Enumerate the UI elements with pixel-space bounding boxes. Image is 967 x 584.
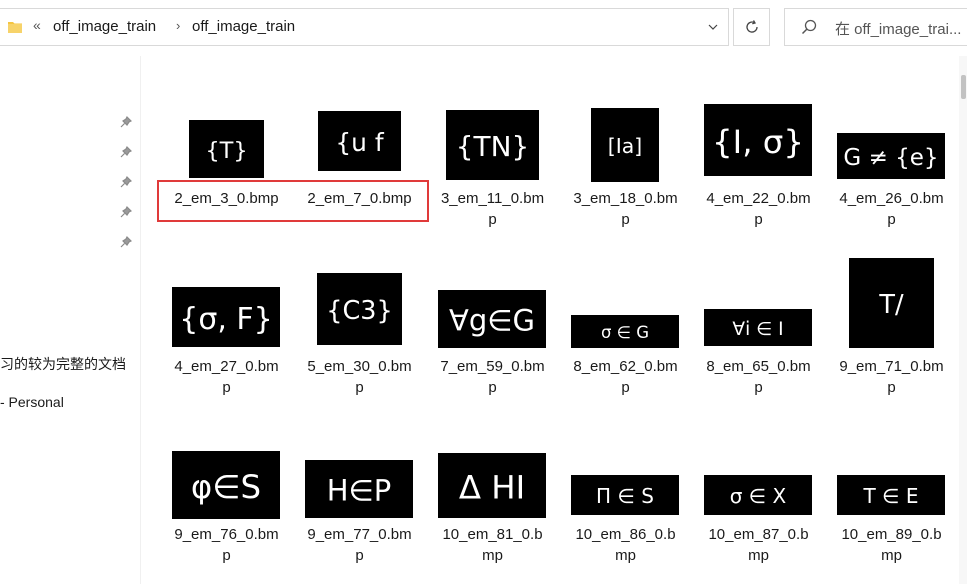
address-bar[interactable]: « off_image_train › off_image_train [0,8,729,46]
file-name: 2_em_7_0.bmp [307,190,412,207]
thumbnail-glyph: φ∈S [191,468,261,506]
file-name: 7_em_59_0.bm [440,358,545,375]
thumbnail-glyph: σ ∈ X [730,484,787,508]
pin-icon[interactable] [120,176,132,188]
file-thumbnail: ∀i ∈ I [704,309,812,346]
thumbnail-glyph: Π ∈ S [596,484,654,508]
file-name-wrap: p [222,379,231,396]
file-thumbnail: H∈P [305,460,413,518]
nav-item-documents[interactable]: 习的较为完整的文档 [0,354,126,374]
file-thumbnail: {u f [317,111,401,171]
refresh-icon [745,20,758,33]
thumbnail-glyph: {σ, F} [179,302,273,337]
overflow-chevron-icon[interactable]: « [33,17,41,33]
file-name: 9_em_77_0.bm [307,526,412,543]
file-name: 10_em_81_0.b [442,526,543,543]
refresh-button[interactable] [733,8,770,46]
file-thumbnail: {I, σ} [704,104,812,176]
folder-icon [8,22,22,33]
file-name-wrap: p [355,379,364,396]
file-name-wrap: p [488,379,497,396]
breadcrumb-item-1[interactable]: off_image_train [53,18,156,35]
thumbnail-glyph: {I, σ} [712,123,804,161]
thumbnail-glyph: T/ [878,290,904,320]
file-name: 4_em_22_0.bm [706,190,811,207]
file-thumbnail: T ∈ E [837,475,945,515]
thumbnail-glyph: Δ HI [459,468,525,506]
file-thumbnail: σ ∈ X [704,475,812,515]
pin-icon[interactable] [120,146,132,158]
thumbnail-glyph: G ≠ {e} [843,145,938,171]
pin-icon[interactable] [120,206,132,218]
thumbnail-glyph: H∈P [327,474,392,508]
address-history-button[interactable] [700,17,726,37]
file-thumbnail: {C3} [316,273,402,345]
file-name-wrap: p [754,379,763,396]
file-name: 10_em_89_0.b [841,526,942,543]
thumbnail-glyph: ∀g∈G [449,304,535,338]
file-name-wrap: p [488,211,497,228]
pin-icon[interactable] [120,236,132,248]
file-name-wrap: p [222,547,231,564]
thumbnail-glyph: σ ∈ G [601,323,649,342]
file-name: 4_em_26_0.bm [839,190,944,207]
file-thumbnail: Δ HI [438,453,546,518]
chevron-down-icon [708,24,718,30]
file-name: 10_em_86_0.b [575,526,676,543]
file-name: 8_em_62_0.bm [573,358,678,375]
file-name: 9_em_76_0.bm [174,526,279,543]
nav-item-personal[interactable]: - Personal [0,394,64,410]
thumbnail-glyph: {u f [335,128,385,157]
breadcrumb-item-2[interactable]: off_image_train [192,18,295,35]
file-thumbnail: [Ia] [591,108,659,182]
file-name-wrap: p [887,379,896,396]
thumbnail-glyph: {TN} [455,130,528,163]
file-name-wrap: p [754,211,763,228]
file-name-wrap: p [621,379,630,396]
file-thumbnail: φ∈S [172,451,280,519]
file-thumbnail: {σ, F} [172,287,280,347]
file-name: 8_em_65_0.bm [706,358,811,375]
file-thumbnail: σ ∈ G [571,315,679,348]
file-name-wrap: p [621,211,630,228]
pin-icon[interactable] [120,116,132,128]
scrollbar-thumb[interactable] [961,75,966,99]
thumbnail-glyph: [Ia] [608,134,642,158]
file-name-wrap: mp [615,547,636,564]
vertical-scrollbar[interactable] [959,56,967,584]
breadcrumb-separator-icon[interactable]: › [176,18,180,33]
thumbnail-glyph: {T} [205,138,247,164]
thumbnail-glyph: T ∈ E [863,484,919,508]
thumbnail-glyph: ∀i ∈ I [732,319,783,340]
file-name-wrap: p [887,211,896,228]
file-name: 2_em_3_0.bmp [174,190,279,207]
file-name-wrap: p [355,547,364,564]
file-name: 9_em_71_0.bm [839,358,944,375]
file-name-wrap: mp [482,547,503,564]
navigation-pane: 习的较为完整的文档 - Personal [0,56,141,584]
file-thumbnail: T/ [848,258,934,348]
search-box[interactable]: 在 off_image_trai... [784,8,967,46]
file-name: 5_em_30_0.bm [307,358,412,375]
file-name: 10_em_87_0.b [708,526,809,543]
search-icon [801,19,817,35]
file-name-wrap: mp [748,547,769,564]
file-name: 3_em_18_0.bm [573,190,678,207]
address-row: « off_image_train › off_image_train 在 of… [0,0,967,56]
file-thumbnail: Π ∈ S [571,475,679,515]
search-input[interactable]: 在 off_image_trai... [835,18,961,39]
file-name: 4_em_27_0.bm [174,358,279,375]
file-thumbnail: ∀g∈G [438,290,546,348]
file-name: 3_em_11_0.bm [440,190,545,207]
file-thumbnail: {T} [188,120,264,178]
file-thumbnail: G ≠ {e} [837,133,945,179]
thumbnail-glyph: {C3} [326,296,392,326]
file-thumbnail: {TN} [445,110,539,180]
file-name-wrap: mp [881,547,902,564]
